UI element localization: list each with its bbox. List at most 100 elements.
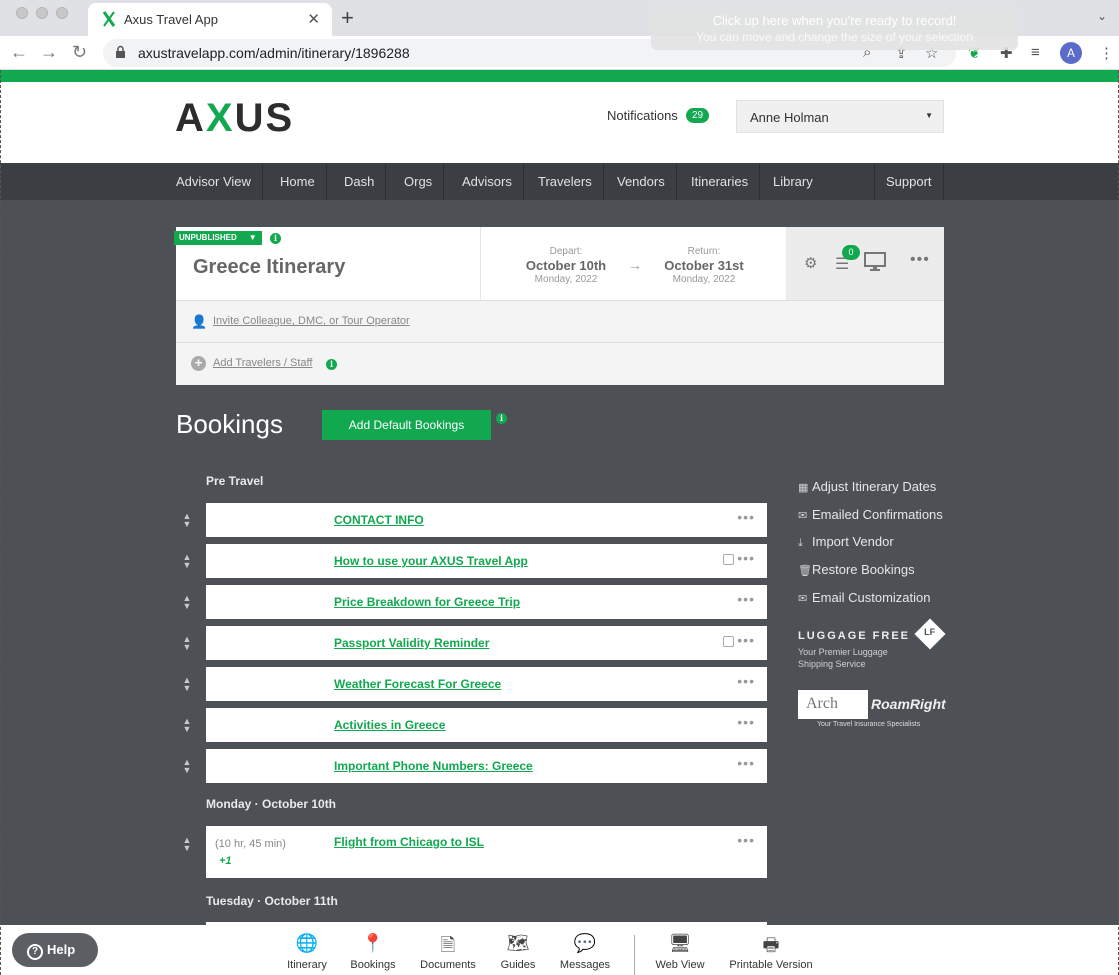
monitor-preview-icon[interactable] (864, 252, 886, 277)
notifications-link[interactable]: Notifications (607, 108, 678, 123)
booking-row[interactable]: CONTACT INFO ••• (206, 503, 767, 537)
emailed-confirmations-label: Emailed Confirmations (812, 507, 943, 522)
notifications-count-badge[interactable]: 29 (686, 108, 710, 123)
travel-dates[interactable]: Depart: October 10th Monday, 2022 → Retu… (480, 227, 785, 300)
add-circle-icon[interactable]: + (191, 355, 206, 371)
more-options-icon[interactable]: ••• (737, 509, 755, 525)
more-options-icon[interactable]: ••• (737, 550, 755, 566)
arch-roamright-logo[interactable]: Arch RoamRight Your Travel Insurance Spe… (798, 690, 946, 732)
booking-row[interactable]: Weather Forecast For Greece ••• (206, 667, 767, 701)
nav-vendors[interactable]: Vendors (606, 163, 677, 200)
drag-handle-icon[interactable]: ▲ ▼ (180, 594, 194, 611)
new-tab-icon[interactable]: + (341, 5, 354, 31)
recording-toast[interactable]: Click up here when you're ready to recor… (651, 6, 1018, 50)
section-heading: Tuesday · October 11th (206, 894, 338, 908)
url-text[interactable]: axustravelapp.com/admin/itinerary/189628… (138, 45, 410, 61)
checklist-count-badge[interactable]: 0 (842, 245, 860, 260)
booking-row[interactable]: Important Phone Numbers: Greece ••• (206, 749, 767, 783)
add-default-info-icon[interactable]: i (496, 413, 507, 424)
add-travelers-row: + Add Travelers / Staff i (176, 342, 944, 384)
help-button[interactable]: ? Help (12, 933, 98, 967)
publish-status-dropdown[interactable]: UNPUBLISHED ▼ (174, 231, 262, 245)
forward-arrow-icon[interactable]: → (40, 42, 58, 63)
more-options-icon[interactable]: ••• (737, 632, 755, 648)
profile-avatar[interactable]: A (1060, 42, 1082, 64)
booking-row[interactable]: Price Breakdown for Greece Trip ••• (206, 585, 767, 619)
nav-orgs[interactable]: Orgs (393, 163, 445, 200)
emailed-confirmations-link[interactable]: ✉ Emailed Confirmations (798, 507, 978, 522)
nav-dash[interactable]: Dash (333, 163, 387, 200)
itinerary-title[interactable]: Greece Itinerary (193, 256, 345, 279)
close-tab-icon[interactable]: ✕ (307, 10, 320, 28)
luggage-free-logo[interactable]: LUGGAGE FREE LF Your Premier Luggage Shi… (798, 618, 948, 673)
drag-handle-icon[interactable]: ▲ ▼ (180, 758, 194, 775)
booking-row[interactable]: Passport Validity Reminder ••• (206, 626, 767, 660)
nav-advisors[interactable]: Advisors (451, 163, 524, 200)
add-default-bookings-button[interactable]: Add Default Bookings (322, 410, 491, 440)
reading-list-icon[interactable]: ≡ (1031, 44, 1040, 61)
bottom-nav-label: Guides (500, 959, 536, 971)
more-options-icon[interactable]: ••• (737, 832, 755, 848)
browser-menu-icon[interactable]: ⋮ (1099, 44, 1114, 62)
bottom-nav-guides[interactable]: 🗺 Guides (488, 933, 548, 971)
more-options-icon[interactable]: ••• (737, 755, 755, 771)
more-options-icon[interactable]: ••• (737, 673, 755, 689)
reload-icon[interactable]: ↻ (72, 42, 87, 63)
nav-travelers[interactable]: Travelers (527, 163, 604, 200)
settings-gear-icon[interactable]: ⚙ (804, 254, 817, 272)
adjust-dates-link[interactable]: ▦ Adjust Itinerary Dates (798, 479, 978, 494)
drag-handle-icon[interactable]: ▲ ▼ (180, 635, 194, 652)
itinerary-card-header: UNPUBLISHED ▼ i Greece Itinerary Depart: … (174, 227, 944, 300)
nav-home[interactable]: Home (269, 163, 327, 200)
publish-status-label: UNPUBLISHED (179, 233, 237, 242)
tab-search-chevron-icon[interactable]: ⌄ (1097, 9, 1107, 23)
add-travelers-link[interactable]: Add Travelers / Staff (213, 357, 312, 369)
back-arrow-icon[interactable]: ← (10, 42, 28, 63)
bottom-nav-documents[interactable]: 🗎 Documents (418, 933, 478, 971)
bottom-nav-messages[interactable]: 💬 Messages (555, 933, 615, 971)
booking-title[interactable]: How to use your AXUS Travel App (334, 554, 528, 568)
note-icon[interactable] (723, 636, 734, 647)
axus-logo[interactable]: AXUS (175, 96, 294, 141)
nav-itineraries[interactable]: Itineraries (680, 163, 761, 200)
restore-bookings-link[interactable]: 🗑Restore Bookings (798, 562, 978, 577)
drag-handle-icon[interactable]: ▲ ▼ (180, 717, 194, 734)
more-options-icon[interactable]: ••• (737, 714, 755, 730)
import-vendor-link[interactable]: ⤓ Import Vendor (798, 534, 978, 550)
nav-advisor-view[interactable]: Advisor View (165, 163, 263, 200)
window-maximize-button[interactable] (56, 7, 68, 19)
bottom-nav-itinerary[interactable]: 🌐 Itinerary (277, 933, 337, 971)
note-icon[interactable] (723, 554, 734, 565)
invite-colleague-link[interactable]: Invite Colleague, DMC, or Tour Operator (213, 315, 410, 327)
drag-handle-icon[interactable]: ▲ ▼ (180, 512, 194, 529)
bottom-nav-printable-version[interactable]: 🖶 Printable Version (729, 933, 813, 971)
booking-row[interactable]: (10 hr, 45 min) +1 Flight from Chicago t… (206, 826, 767, 878)
lock-icon[interactable] (115, 45, 126, 64)
user-dropdown[interactable]: Anne Holman ▼ (736, 100, 944, 133)
email-customization-link[interactable]: ✉ Email Customization (798, 590, 978, 605)
booking-title[interactable]: Price Breakdown for Greece Trip (334, 595, 520, 609)
booking-title[interactable]: Activities in Greece (334, 718, 445, 732)
booking-row[interactable]: Activities in Greece ••• (206, 708, 767, 742)
drag-handle-icon[interactable]: ▲ ▼ (180, 836, 194, 853)
booking-row[interactable]: How to use your AXUS Travel App ••• (206, 544, 767, 578)
nav-library[interactable]: Library (762, 163, 824, 200)
booking-title[interactable]: CONTACT INFO (334, 513, 424, 527)
drag-handle-icon[interactable]: ▲ ▼ (180, 676, 194, 693)
drag-handle-icon[interactable]: ▲ ▼ (180, 553, 194, 570)
browser-tab[interactable]: Axus Travel App ✕ (88, 3, 332, 36)
window-close-button[interactable] (16, 7, 28, 19)
booking-title[interactable]: Flight from Chicago to ISL (334, 835, 484, 849)
travelers-info-icon[interactable]: i (326, 359, 337, 370)
nav-support[interactable]: Support (874, 163, 944, 200)
more-options-icon[interactable]: ••• (737, 591, 755, 607)
booking-title[interactable]: Passport Validity Reminder (334, 636, 489, 650)
booking-title[interactable]: Important Phone Numbers: Greece (334, 759, 533, 773)
window-minimize-button[interactable] (36, 7, 48, 19)
booking-title[interactable]: Weather Forecast For Greece (334, 677, 501, 691)
globe-icon: 🌐 (295, 933, 319, 953)
bottom-nav-bookings[interactable]: 📍 Bookings (343, 933, 403, 971)
more-options-icon[interactable]: ••• (910, 251, 930, 269)
bottom-nav-web-view[interactable]: 🖥 Web View (650, 933, 710, 971)
status-info-icon[interactable]: i (270, 233, 281, 244)
